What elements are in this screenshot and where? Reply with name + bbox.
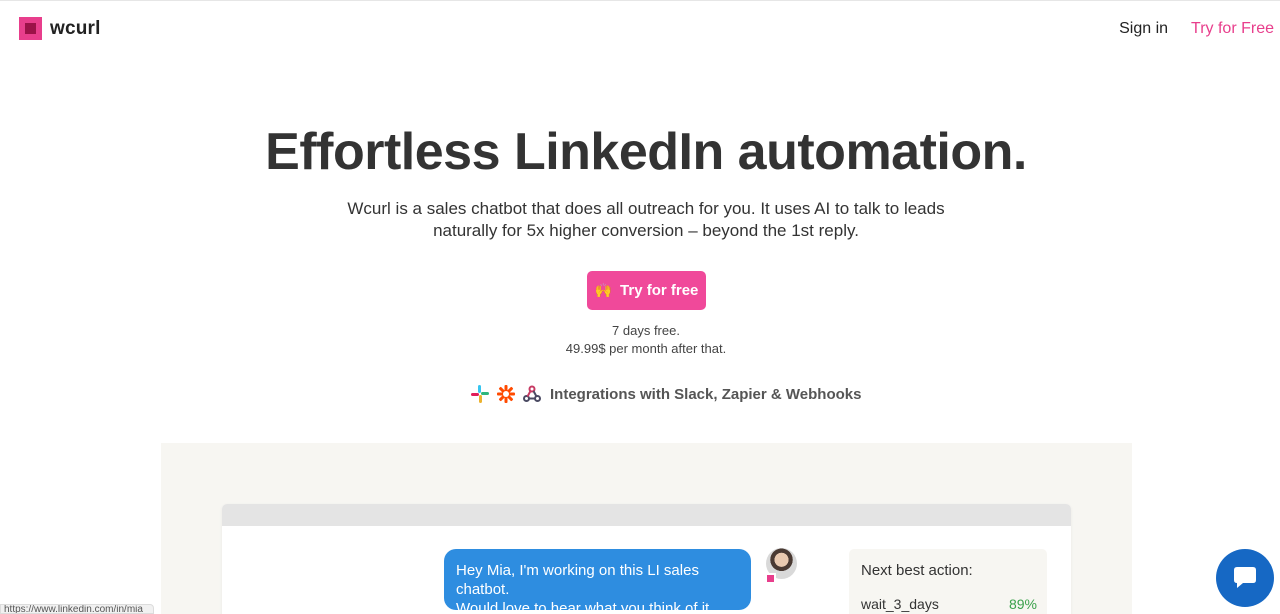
next-best-action-title: Next best action: [861,562,973,579]
chat-message-line-2: Would love to hear what you think of it. [456,600,714,614]
hero-subtitle-line-2: naturally for 5x higher conversion – bey… [433,221,859,240]
sign-in-link[interactable]: Sign in [1119,20,1168,38]
top-border [0,0,1280,1]
avatar-logo-badge-icon [765,573,776,584]
chat-message-line-1: Hey Mia, I'm working on this LI sales ch… [456,562,699,598]
chat-message-bubble: Hey Mia, I'm working on this LI sales ch… [444,549,751,614]
demo-window-titlebar [222,504,1071,526]
try-for-free-button-label: Try for free [620,282,699,299]
zapier-icon [497,385,515,403]
hero-title: Effortless LinkedIn automation. [265,123,1027,181]
action-score: 89% [1008,596,1037,612]
status-bar-url: https://www.linkedin.com/in/mia [0,604,154,614]
raised-hands-icon: 🙌 [594,282,613,298]
hero-subtitle-line-1: Wcurl is a sales chatbot that does all o… [347,199,945,218]
trial-text: 7 days free. [612,323,680,338]
slack-icon [471,385,489,403]
chat-bubble-icon [1234,567,1256,588]
hero-subtitle: Wcurl is a sales chatbot that does all o… [0,198,1280,242]
next-best-action-row: wait_3_days 89% [861,596,1037,612]
next-best-action-card: Next best action: wait_3_days 89% [849,549,1047,614]
pricing-info: 7 days free. 49.99$ per month after that… [0,322,1280,358]
logo-icon [19,17,42,40]
top-nav: Sign in Try for Free [1119,20,1274,38]
try-for-free-link[interactable]: Try for Free [1191,20,1274,38]
action-name: wait_3_days [861,596,939,612]
chat-widget-button[interactable] [1216,549,1274,607]
webhooks-icon [523,385,541,402]
brand-logo[interactable]: wcurl [19,17,101,40]
integrations-label: Integrations with Slack, Zapier & Webhoo… [550,385,862,403]
brand-name: wcurl [50,17,101,39]
price-text: 49.99$ per month after that. [565,341,727,356]
try-for-free-button[interactable]: 🙌 Try for free [587,271,706,310]
integrations-row: Integrations with Slack, Zapier & Webhoo… [470,384,861,404]
